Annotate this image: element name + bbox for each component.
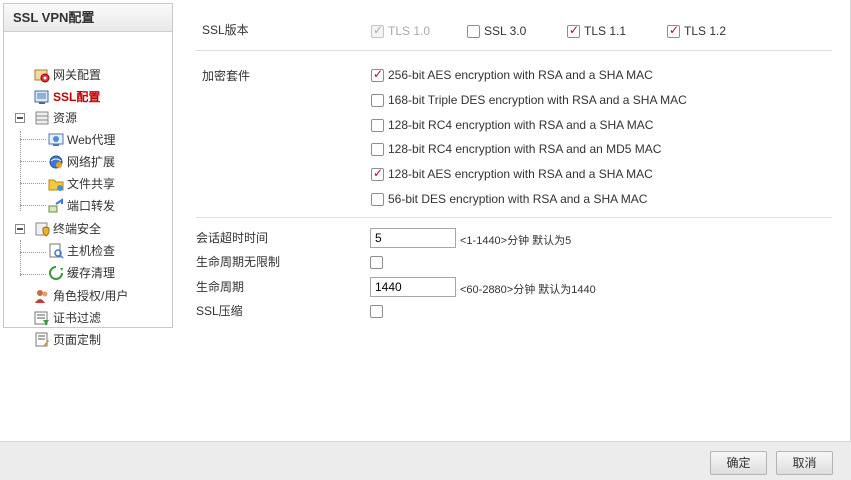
ssl-version-label: SSL版本 [202,23,249,37]
file-share-icon [48,176,64,192]
ok-button[interactable]: 确定 [710,451,767,475]
cache-clean-icon [48,265,64,281]
tls11-checkbox[interactable] [567,23,580,38]
ssl-compress-label: SSL压缩 [196,304,243,318]
sidebar-item-gateway-config[interactable]: 网关配置 [34,65,101,85]
tls12-checkbox[interactable] [667,23,680,38]
tls10-checkbox [371,23,384,38]
sidebar-item-label: 资源 [53,111,78,125]
sidebar-item-label: 页面定制 [53,333,102,347]
sidebar-item-role-user[interactable]: 角色授权/用户 [34,286,128,306]
sidebar-item-label: 网关配置 [53,68,102,82]
role-user-icon [34,288,50,304]
lifetime-unlimited-checkbox[interactable] [370,256,383,269]
cipher-checkbox[interactable] [371,192,384,206]
cipher-checkbox[interactable] [371,67,384,82]
endpoint-security-collapse-toggle[interactable] [15,224,25,234]
endpoint-security-icon [34,221,50,237]
cert-filter-icon [34,310,50,326]
sidebar: SSL VPN配置 网关配置 SSL配置 资源 Web代理 网络扩展 文件共享 … [3,3,173,347]
gateway-config-icon [34,67,50,83]
cipher-checkbox[interactable] [371,118,384,132]
network-extension-icon [48,154,64,170]
port-forward-icon [48,198,64,214]
sidebar-item-port-forward[interactable]: 端口转发 [48,196,115,216]
cipher-checkbox[interactable] [371,93,384,107]
sidebar-item-label: 主机检查 [67,244,116,258]
sidebar-item-label: 网络扩展 [67,155,116,169]
sidebar-item-label: 缓存清理 [67,266,116,280]
sidebar-item-label: Web代理 [67,133,116,147]
sidebar-item-label: 角色授权/用户 [53,289,129,303]
cipher-option-3[interactable]: 128-bit RC4 encryption with RSA and a SH… [371,118,653,132]
web-proxy-icon [48,132,64,148]
sidebar-item-web-proxy[interactable]: Web代理 [48,130,115,150]
ssl-compress-checkbox[interactable] [370,305,383,318]
ssl-config-icon [34,89,50,105]
session-timeout-label: 会话超时时间 [196,231,269,245]
sidebar-item-label: 端口转发 [67,199,116,213]
cipher-option-6[interactable]: 56-bit DES encryption with RSA and a SHA… [371,192,647,206]
divider [196,50,832,51]
cipher-checkbox[interactable] [371,142,384,156]
sidebar-item-network-extension[interactable]: 网络扩展 [48,152,115,172]
sidebar-item-page-custom[interactable]: 页面定制 [34,330,101,350]
page-custom-icon [34,332,50,348]
ssl-version-tls10-option: TLS 1.0 [371,23,430,38]
cipher-option-2[interactable]: 168-bit Triple DES encryption with RSA a… [371,93,687,107]
sidebar-title: SSL VPN配置 [4,4,172,32]
sidebar-item-cert-filter[interactable]: 证书过滤 [34,308,101,328]
resource-icon [34,110,50,126]
sidebar-item-endpoint-security[interactable]: 终端安全 [34,219,101,239]
lifetime-hint: <60-2880>分钟 默认为1440 [460,284,596,296]
ssl30-checkbox[interactable] [467,24,480,38]
host-check-icon [48,243,64,259]
cipher-option-5[interactable]: 128-bit AES encryption with RSA and a SH… [371,166,653,181]
session-timeout-input[interactable] [370,228,456,248]
sidebar-item-file-share[interactable]: 文件共享 [48,174,115,194]
cipher-suite-label: 加密套件 [202,69,251,83]
sidebar-item-label: 终端安全 [53,222,102,236]
sidebar-item-resource[interactable]: 资源 [34,108,77,128]
sidebar-item-cache-clean[interactable]: 缓存清理 [48,263,115,283]
sidebar-item-label: SSL配置 [53,90,101,104]
session-timeout-hint: <1-1440>分钟 默认为5 [460,235,572,247]
cipher-option-1[interactable]: 256-bit AES encryption with RSA and a SH… [371,67,653,82]
resource-collapse-toggle[interactable] [15,113,25,123]
lifetime-unlimited-label: 生命周期无限制 [196,255,281,269]
ssl-version-tls12-option[interactable]: TLS 1.2 [667,23,726,38]
cancel-button[interactable]: 取消 [776,451,833,475]
cipher-option-4[interactable]: 128-bit RC4 encryption with RSA and an M… [371,142,661,156]
ssl-version-ssl30-option[interactable]: SSL 3.0 [467,24,526,38]
ssl-version-tls11-option[interactable]: TLS 1.1 [567,23,626,38]
sidebar-item-host-check[interactable]: 主机检查 [48,241,115,261]
lifetime-label: 生命周期 [196,280,245,294]
lifetime-input[interactable] [370,277,456,297]
cipher-checkbox[interactable] [371,166,384,181]
divider [196,217,832,218]
sidebar-item-label: 证书过滤 [53,311,102,325]
sidebar-item-label: 文件共享 [67,177,116,191]
sidebar-item-ssl-config[interactable]: SSL配置 [34,87,100,107]
